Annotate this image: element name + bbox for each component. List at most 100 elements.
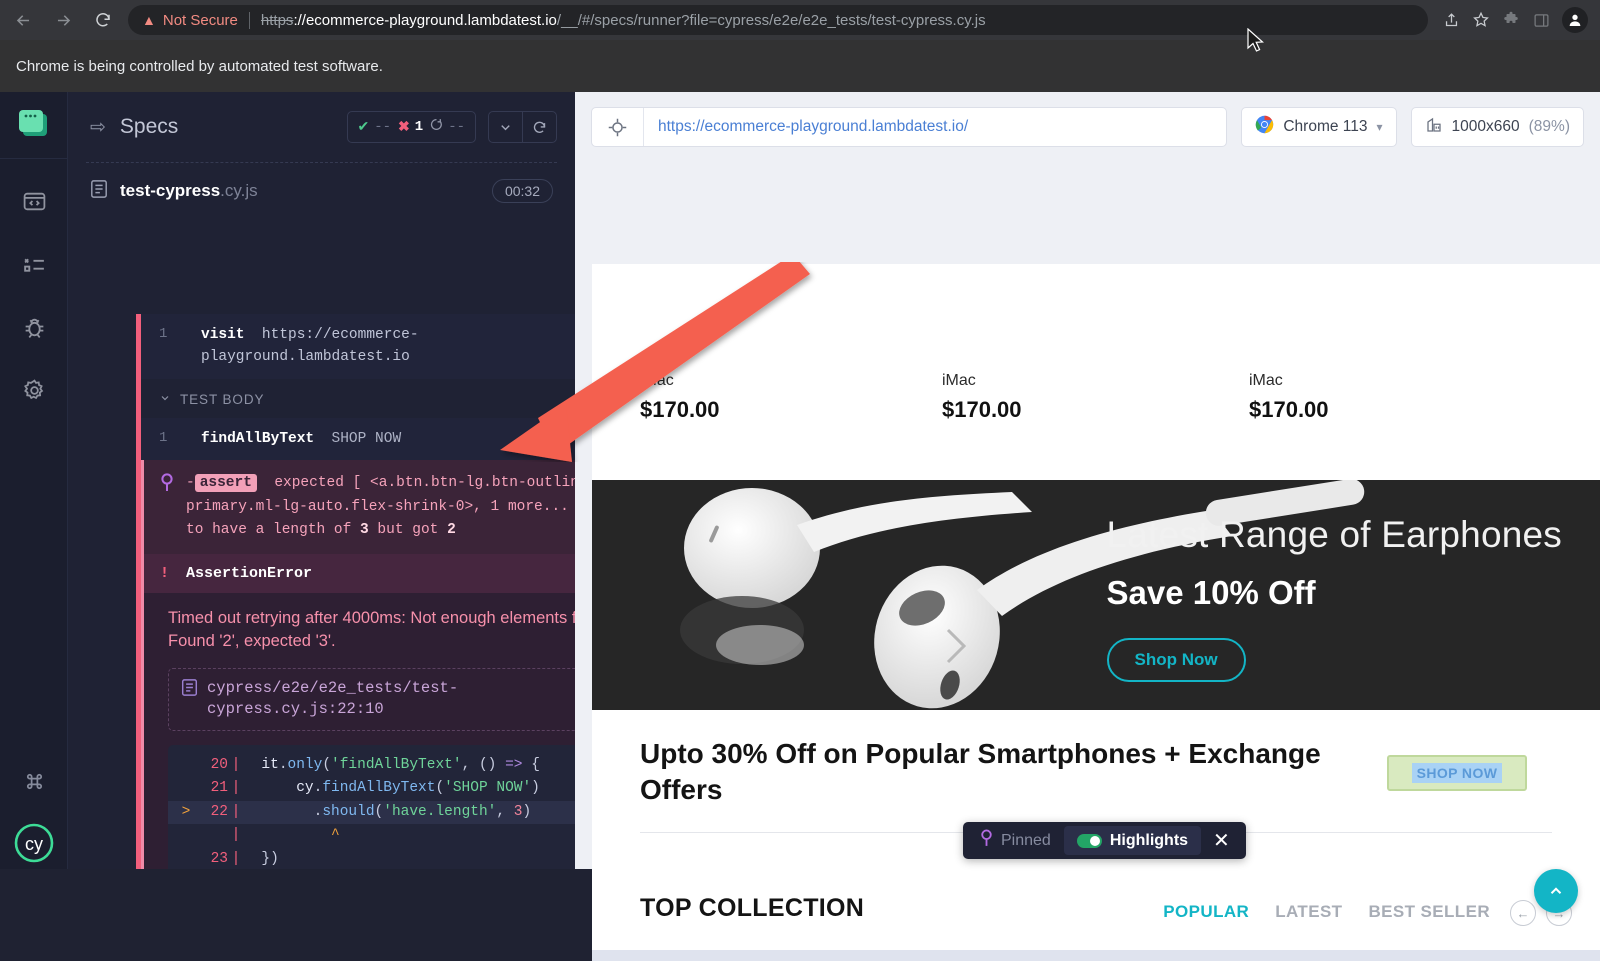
error-panel: Timed out retrying after 4000ms: Not eno… [141, 592, 575, 870]
sidebar-item-debug[interactable] [0, 307, 68, 353]
pinned-segment[interactable]: Pinned [967, 826, 1064, 855]
code-marker: > [181, 803, 191, 820]
security-status-label: Not Secure [162, 11, 238, 29]
cypress-badge-icon[interactable]: cy [0, 822, 68, 864]
selector-playground-icon[interactable] [592, 108, 644, 146]
close-icon[interactable]: ✕ [1201, 828, 1242, 853]
cypress-icon-rail: cy [0, 92, 68, 869]
product-name: iMac [942, 372, 976, 389]
toggle-switch[interactable] [1076, 833, 1102, 848]
aut-url-bar[interactable]: https://ecommerce-playground.lambdatest.… [591, 107, 1228, 147]
promo-shop-now-button[interactable]: SHOP NOW [1387, 755, 1527, 791]
code-pipe: | [231, 756, 241, 773]
svg-text:cy: cy [25, 834, 43, 854]
command-assert-failed[interactable]: - assert expected [ <a.btn.btn-lg.btn-out… [141, 460, 575, 554]
promo-heading: Upto 30% Off on Popular Smartphones + Ex… [640, 738, 1321, 805]
sidebar-item-specs[interactable] [0, 181, 68, 227]
pinned-label: Pinned [1001, 831, 1051, 849]
scroll-to-top-button[interactable] [1534, 869, 1578, 913]
error-file-link[interactable]: cypress/e2e/e2e_tests/test-cypress.cy.js… [168, 667, 575, 731]
product-card[interactable]: iMac $170.00 [942, 372, 1022, 423]
viewport-size-selector[interactable]: 1000x660 (89%) [1410, 107, 1584, 147]
viewport-dimensions: 1000x660 [1451, 118, 1520, 135]
profile-avatar-icon[interactable] [1562, 7, 1588, 33]
code-pipe: | [231, 827, 241, 844]
code-marker [178, 754, 194, 777]
gear-icon [22, 378, 47, 408]
code-line: 23 | }) [168, 848, 575, 870]
banner-text-block: Latest Range of Earphones Save 10% Off S… [1106, 514, 1563, 682]
side-panel-icon[interactable] [1526, 5, 1556, 35]
pin-icon [160, 472, 186, 542]
code-caret: ^ [244, 827, 340, 844]
spec-file-name: test-cypress.cy.js [120, 181, 258, 201]
code-text: it.only('findAllByText', () => { [261, 756, 540, 773]
url-scheme: https [260, 11, 294, 29]
specs-title: Specs [119, 115, 179, 138]
share-icon[interactable] [1436, 5, 1466, 35]
reporter-panel: ⇨ Specs ✔ -- ✖ 1 -- test-cypress.cy.js 0… [68, 92, 575, 869]
code-line-number [194, 824, 228, 847]
command-index: 1 [159, 429, 168, 446]
collapse-specs-icon[interactable]: ⇨ [90, 116, 106, 139]
spec-file-row[interactable]: test-cypress.cy.js 00:32 [68, 163, 575, 219]
pinned-highlights-bar: Pinned Highlights ✕ [963, 822, 1246, 859]
tab-best-seller[interactable]: BEST SELLER [1368, 902, 1490, 922]
command-name: findAllByText [201, 430, 315, 447]
banner-shop-now-button[interactable]: Shop Now [1106, 638, 1246, 682]
code-line-number: 20 [210, 756, 228, 773]
forward-button[interactable] [46, 3, 80, 37]
command-find-all-by-text[interactable]: 1 findAllByText SHOP NOW [141, 417, 575, 461]
command-visit[interactable]: 1 visit https://ecommerce-playground.lam… [141, 314, 575, 379]
spec-base-name: test-cypress [120, 181, 221, 200]
chevron-down-icon[interactable] [489, 112, 522, 142]
failed-count: 1 [414, 119, 424, 135]
back-button[interactable] [6, 3, 40, 37]
automation-infobar: Chrome is being controlled by automated … [0, 40, 1600, 92]
page-bottom-strip [592, 950, 1600, 961]
assert-keyword: assert [194, 474, 257, 493]
reload-button[interactable] [86, 3, 120, 37]
promo-shop-now-label: SHOP NOW [1411, 763, 1503, 783]
assert-dash: - [186, 475, 195, 492]
viewport-scale: (89%) [1528, 118, 1570, 135]
chevron-down-icon: ▾ [1376, 120, 1383, 134]
highlights-label: Highlights [1109, 831, 1189, 849]
mouse-cursor [1247, 28, 1264, 52]
product-card[interactable]: iMac $170.00 [640, 372, 720, 423]
sidebar-item-settings[interactable] [0, 370, 68, 416]
command-name: visit [201, 327, 245, 343]
code-text: .should('have.length', 3) [313, 803, 532, 820]
code-text: cy.findAllByText('SHOP NOW') [296, 780, 540, 797]
test-stats: ✔ -- ✖ 1 -- [346, 111, 476, 143]
browser-selector[interactable]: Chrome 113 ▾ [1241, 107, 1397, 147]
highlights-toggle[interactable]: Highlights [1063, 826, 1202, 855]
assert-got-length: 2 [447, 521, 456, 538]
stat-passed: ✔ -- [358, 119, 392, 136]
banner-subheading: Save 10% Off [1106, 574, 1316, 611]
bug-icon [22, 315, 47, 345]
product-card[interactable]: iMac $170.00 [1249, 372, 1329, 423]
code-marker [178, 848, 194, 870]
rerun-icon[interactable] [523, 112, 556, 142]
earphones-banner[interactable]: Latest Range of Earphones Save 10% Off S… [592, 480, 1600, 710]
tab-popular[interactable]: POPULAR [1163, 902, 1249, 922]
sidebar-item-runs[interactable] [0, 244, 68, 290]
browser-name: Chrome 113 [1283, 118, 1368, 135]
x-icon: ✖ [398, 119, 410, 136]
carousel-prev-icon[interactable]: ← [1510, 900, 1536, 926]
url-host: ://ecommerce-playground.lambdatest.io [293, 11, 557, 29]
error-message: Timed out retrying after 4000ms: Not eno… [168, 608, 575, 651]
keyboard-shortcuts-icon[interactable] [0, 770, 68, 793]
tab-latest[interactable]: LATEST [1275, 902, 1342, 922]
address-bar[interactable]: ▲ Not Secure https://ecommerce-playgroun… [128, 5, 1428, 35]
puzzle-icon[interactable] [1496, 5, 1526, 35]
code-line-highlighted: > 22 | .should('have.length', 3) [168, 800, 575, 825]
star-icon[interactable] [1466, 5, 1496, 35]
code-frame: 20 | it.only('findAllByText', () => { 21… [168, 744, 575, 870]
cypress-logo-icon[interactable] [17, 108, 51, 138]
code-pipe: | [231, 780, 241, 797]
spec-extension: .cy.js [220, 181, 258, 200]
chrome-icon [1255, 115, 1274, 139]
test-body-label[interactable]: TEST BODY [141, 379, 575, 418]
